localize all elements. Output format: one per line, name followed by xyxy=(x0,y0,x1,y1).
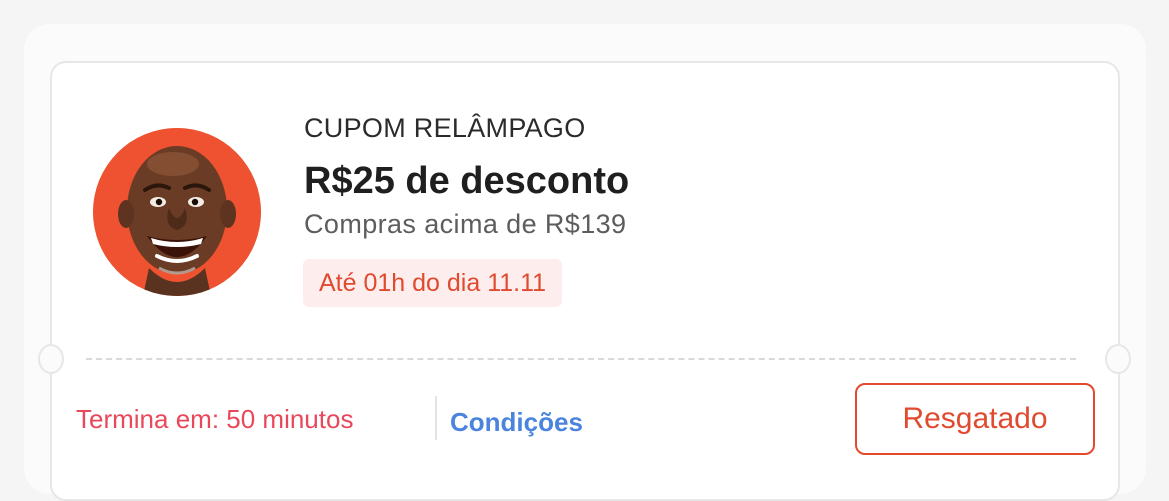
ticket-notch-left xyxy=(38,344,64,374)
redeemed-button[interactable]: Resgatado xyxy=(855,383,1095,455)
expiry-badge: Até 01h do dia 11.11 xyxy=(303,259,563,307)
smiling-man-avatar-icon xyxy=(93,128,261,296)
dashed-divider xyxy=(86,358,1076,360)
footer-separator xyxy=(435,396,437,440)
coupon-type-label: CUPOM RELÂMPAGO xyxy=(304,113,586,143)
discount-amount: R$25 de desconto xyxy=(304,160,630,202)
minimum-purchase: Compras acima de R$139 xyxy=(304,209,627,239)
countdown-text: Termina em: 50 minutos xyxy=(76,404,354,434)
ticket-notch-right xyxy=(1105,344,1131,374)
conditions-link[interactable]: Condições xyxy=(450,405,583,439)
avatar xyxy=(93,128,261,296)
